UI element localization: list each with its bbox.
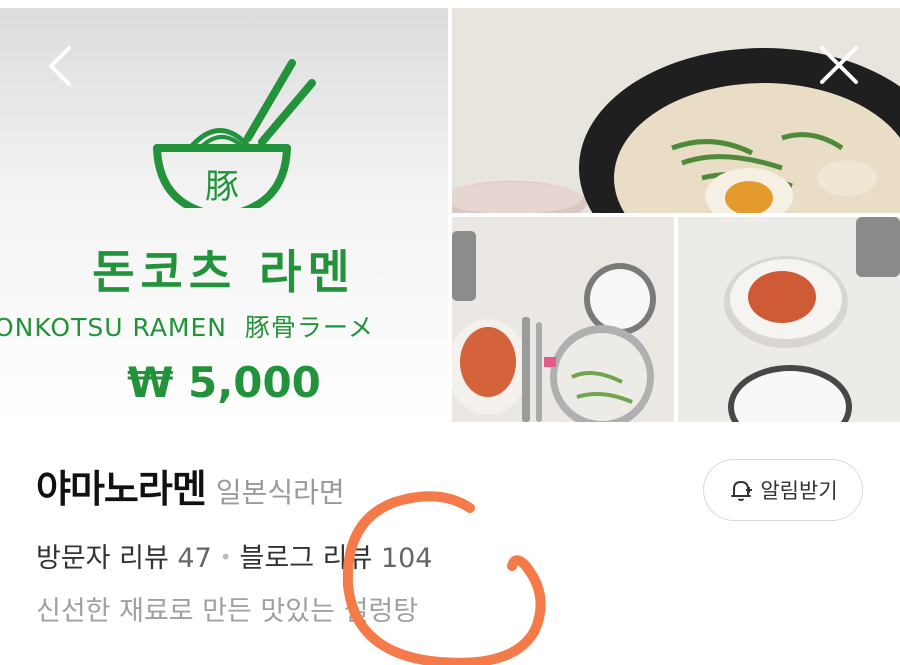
ramen-bowl-photo[interactable]: [452, 8, 900, 213]
blog-review-link[interactable]: 블로그 리뷰 104: [240, 543, 433, 574]
alarm-button[interactable]: 알림받기: [703, 459, 863, 521]
photo-gallery: 豚 돈코츠 라멘 ONKOTSU RAMEN 豚骨ラーメ ₩ 5,000: [0, 0, 900, 422]
visitor-review-count: 47: [177, 543, 212, 574]
place-header: 야마노라멘 일본식라면: [36, 458, 345, 513]
alarm-label: 알림받기: [760, 479, 838, 503]
promo-price: ₩ 5,000: [127, 358, 321, 407]
promo-name-english: ONKOTSU RAMEN 豚骨ラーメ: [0, 308, 374, 344]
kimchi-rice-photo[interactable]: [678, 217, 900, 422]
bell-plus-icon: [731, 481, 753, 501]
back-icon: [49, 46, 71, 86]
place-name: 야마노라멘: [36, 467, 207, 511]
place-category: 일본식라면: [215, 476, 345, 509]
close-icon: [820, 46, 858, 84]
promo-name-ja: 豚骨ラーメ: [244, 313, 374, 342]
blog-review-label: 블로그 리뷰: [239, 543, 373, 574]
review-summary: 방문자 리뷰 47 • 블로그 리뷰 104: [36, 536, 432, 575]
kimchi-rice-illustration: [678, 217, 900, 422]
close-button[interactable]: [814, 40, 864, 90]
visitor-review-label: 방문자 리뷰: [36, 543, 169, 574]
place-description: 신선한 재료로 만든 맛있는 설렁탕: [36, 596, 419, 627]
visitor-review-link[interactable]: 방문자 리뷰 47: [36, 543, 212, 574]
blog-review-count: 104: [380, 543, 433, 574]
ramen-bowl-illustration: [452, 8, 900, 213]
separator-dot: •: [219, 545, 232, 569]
bowl-char: 豚: [205, 167, 239, 207]
table-setting-photo[interactable]: [452, 217, 674, 422]
promo-name-korean: 돈코츠 라멘: [92, 245, 356, 299]
table-setting-illustration: [452, 217, 674, 422]
promo-name-en: ONKOTSU RAMEN: [0, 313, 227, 342]
ramen-bowl-logo: 豚: [153, 59, 316, 208]
back-button[interactable]: [35, 40, 85, 90]
